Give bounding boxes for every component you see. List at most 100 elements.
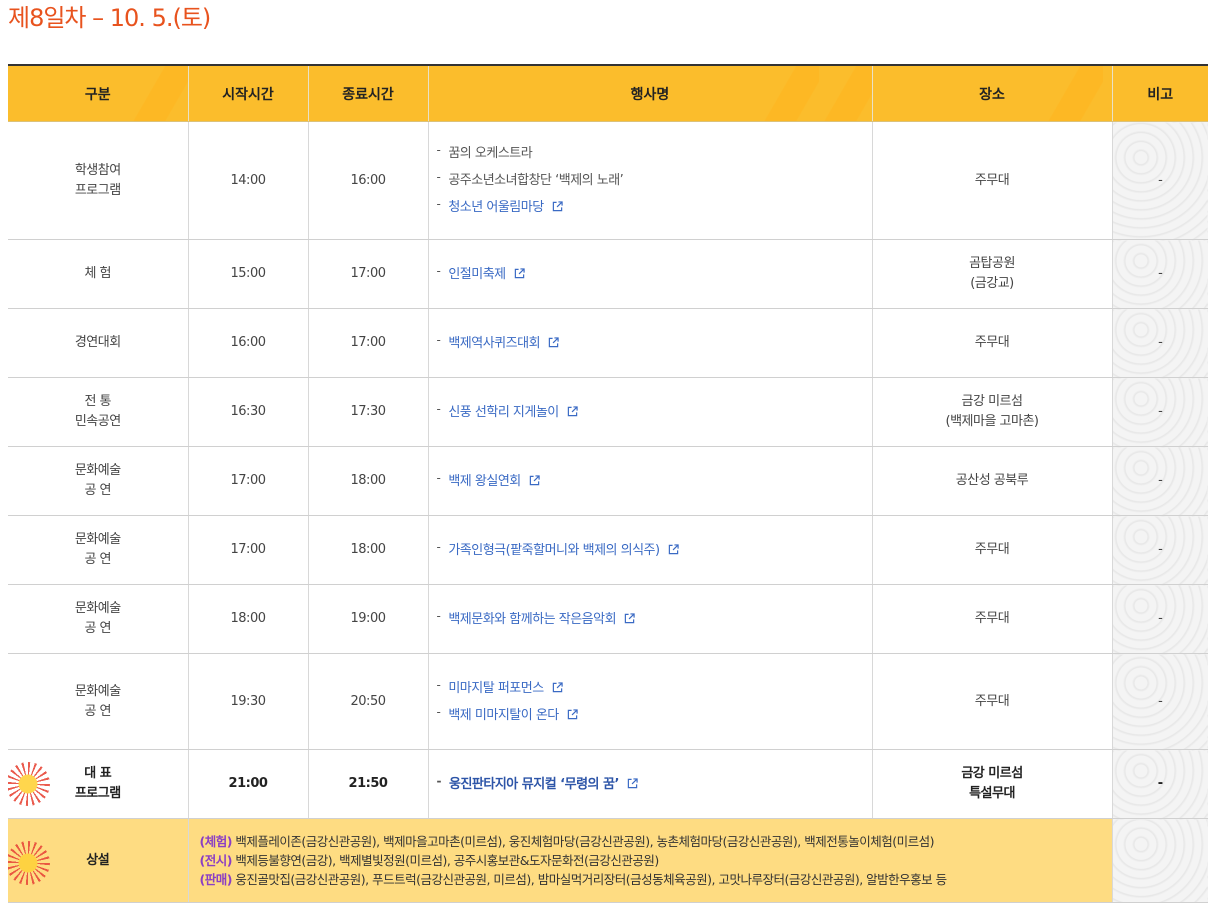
table-header-row: 구분 시작시간 종료시간 행사명 장소 비고 <box>8 65 1208 122</box>
event-item[interactable]: - 신풍 선학리 지게놀이 <box>437 399 871 426</box>
event-cell: - 인절미축제 <box>427 239 872 309</box>
place-label: (백제마을 고마촌) <box>945 414 1040 429</box>
event-list: - 가족인형극(팥죽할머니와 백제의 의식주) <box>437 537 871 564</box>
event-item[interactable]: - 백제역사퀴즈대회 <box>437 330 871 357</box>
event-item[interactable]: - 가족인형극(팥죽할머니와 백제의 의식주) <box>437 537 871 564</box>
event-cell: - 신풍 선학리 지게놀이 <box>427 377 872 447</box>
header-end-time: 종료시간 <box>307 65 428 122</box>
event-link[interactable]: 인절미축제 <box>448 267 506 282</box>
category-cell: 문화예술 공 연 <box>8 584 188 654</box>
category-label: 공 연 <box>84 703 112 719</box>
event-item[interactable]: - 웅진판타지아 뮤지컬 ‘무령의 꿈’ <box>437 771 871 798</box>
event-link[interactable]: 신풍 선학리 지게놀이 <box>448 405 559 420</box>
table-row: 경연대회 16:00 17:00- 백제역사퀴즈대회 주무대 - <box>8 308 1208 378</box>
event-cell: - 미마지탈 퍼포먼스 - 백제 미마지탈이 온다 <box>427 653 872 750</box>
event-name: 공주소년소녀합창단 ‘백제의 노래’ <box>448 173 624 188</box>
place-label: 금강 미르섬 <box>961 766 1023 781</box>
event-list: - 미마지탈 퍼포먼스 - 백제 미마지탈이 온다 <box>437 675 871 729</box>
bullet-dash: - <box>436 677 441 692</box>
event-item[interactable]: - 인절미축제 <box>437 261 871 288</box>
category-label: 문화예술 <box>74 601 121 616</box>
event-list: - 백제역사퀴즈대회 <box>437 330 871 357</box>
end-time: 20:50 <box>307 653 428 750</box>
note-cell: - <box>1111 446 1208 516</box>
place-cell: 금강 미르섬 (백제마을 고마촌) <box>871 377 1112 447</box>
category-label: 민속공연 <box>74 414 121 429</box>
permanent-text: 백제등불향연(금강), 백제별빛정원(미르섬), 공주시홍보관&도자문화전(금강… <box>231 853 659 868</box>
place-label: 곰탑공원 <box>969 256 1015 271</box>
place-cell: 금강 미르섬특설무대 <box>871 749 1112 819</box>
category-label: 전 통 <box>84 394 112 409</box>
start-time: 21:00 <box>187 749 308 819</box>
event-link[interactable]: 백제 미마지탈이 온다 <box>448 708 559 723</box>
category-label: 공 연 <box>84 552 112 567</box>
event-item[interactable]: - 백제 미마지탈이 온다 <box>437 702 871 729</box>
external-link-icon <box>529 474 540 485</box>
event-link[interactable]: 가족인형극(팥죽할머니와 백제의 의식주) <box>448 543 660 558</box>
bullet-dash: - <box>436 143 441 157</box>
place-label: 주무대 <box>974 335 1010 350</box>
event-cell: - 꿈의 오케스트라 - 공주소년소녀합창단 ‘백제의 노래’ - 청소년 어울림마당 <box>427 121 872 240</box>
category-label: 대 표 <box>84 766 112 781</box>
event-list: - 인절미축제 <box>437 261 871 288</box>
event-list: - 백제문화와 함께하는 작은음악회 <box>437 606 871 633</box>
note-cell: - <box>1111 308 1208 378</box>
event-link[interactable]: 청소년 어울림마당 <box>448 200 544 215</box>
permanent-text: 웅진골맛집(금강신관공원), 푸드트럭(금강신관공원, 미르섬), 밤마실먹거리… <box>231 872 947 887</box>
start-time: 14:00 <box>187 121 308 240</box>
bullet-dash: - <box>436 197 441 211</box>
note-cell: - <box>1111 239 1208 309</box>
header-note: 비고 <box>1111 65 1208 122</box>
event-cell: - 웅진판타지아 뮤지컬 ‘무령의 꿈’ <box>427 749 872 819</box>
event-item[interactable]: - 백제문화와 함께하는 작은음악회 <box>437 606 871 633</box>
category-label: 공 연 <box>84 483 112 498</box>
permanent-line: (체험) 백제플레이존(금강신관공원), 백제마을고마촌(미르섬), 웅진체험마… <box>200 832 1111 851</box>
event-link[interactable]: 백제역사퀴즈대회 <box>448 336 540 351</box>
note-cell: - <box>1111 121 1208 240</box>
table-row: 문화예술 공 연 17:00 18:00- 가족인형극(팥죽할머니와 백제의 의식주) 주… <box>8 515 1208 585</box>
place-cell: 주무대 <box>871 584 1112 654</box>
category-label: 문화예술 <box>74 683 121 699</box>
place-label: 특설무대 <box>969 786 1015 801</box>
event-item[interactable]: - 백제 왕실연회 <box>437 468 871 495</box>
bullet-dash: - <box>436 608 441 623</box>
external-link-icon <box>567 405 578 416</box>
page-title: 제8일차 – 10. 5.(토) <box>8 4 211 32</box>
event-link[interactable]: 미마지탈 퍼포먼스 <box>448 681 544 696</box>
bullet-dash: - <box>436 170 441 184</box>
event-link[interactable]: 웅진판타지아 뮤지컬 ‘무령의 꿈’ <box>449 777 619 792</box>
category-cell: 학생참여 프로그램 <box>8 121 188 240</box>
bullet-dash: - <box>436 401 441 416</box>
start-time: 19:30 <box>187 653 308 750</box>
start-time: 17:00 <box>187 446 308 516</box>
category-cell: 체 험 <box>8 239 188 309</box>
event-list: - 신풍 선학리 지게놀이 <box>437 399 871 426</box>
event-cell: - 백제문화와 함께하는 작은음악회 <box>427 584 872 654</box>
place-label: 금강 미르섬 <box>961 394 1023 409</box>
schedule-table: 구분 시작시간 종료시간 행사명 장소 비고 학생참여 프로그램 14:00 16:0… <box>8 64 1208 903</box>
place-cell: 주무대 <box>871 121 1112 240</box>
category-label: 프로그램 <box>74 786 121 801</box>
start-time: 16:00 <box>187 308 308 378</box>
place-cell: 주무대 <box>871 515 1112 585</box>
start-time: 15:00 <box>187 239 308 309</box>
category-label: 체 험 <box>84 266 112 281</box>
event-cell: - 가족인형극(팥죽할머니와 백제의 의식주) <box>427 515 872 585</box>
start-time: 18:00 <box>187 584 308 654</box>
event-list: - 백제 왕실연회 <box>437 468 871 495</box>
event-link[interactable]: 백제 왕실연회 <box>448 474 521 489</box>
event-link[interactable]: 백제문화와 함께하는 작은음악회 <box>448 612 616 627</box>
bullet-dash: - <box>436 263 441 278</box>
end-time: 17:00 <box>307 308 428 378</box>
note-cell <box>1111 818 1208 903</box>
event-item[interactable]: - 미마지탈 퍼포먼스 <box>437 675 871 702</box>
end-time: 18:00 <box>307 446 428 516</box>
event-item[interactable]: - 청소년 어울림마당 <box>437 194 871 221</box>
place-cell: 주무대 <box>871 308 1112 378</box>
permanent-text: 백제플레이존(금강신관공원), 백제마을고마촌(미르섬), 웅진체험마당(금강신… <box>231 834 934 849</box>
permanent-lines: (체험) 백제플레이존(금강신관공원), 백제마을고마촌(미르섬), 웅진체험마… <box>190 832 1111 889</box>
note-cell: - <box>1111 749 1208 819</box>
representative-row: 대 표 프로그램 21:00 21:50- 웅진판타지아 뮤지컬 ‘무령의 꿈’ 금강 미… <box>8 749 1208 819</box>
permanent-row: 상설 (체험) 백제플레이존(금강신관공원), 백제마을고마촌(미르섬), 웅진체… <box>8 818 1208 903</box>
external-link-icon <box>624 612 635 623</box>
